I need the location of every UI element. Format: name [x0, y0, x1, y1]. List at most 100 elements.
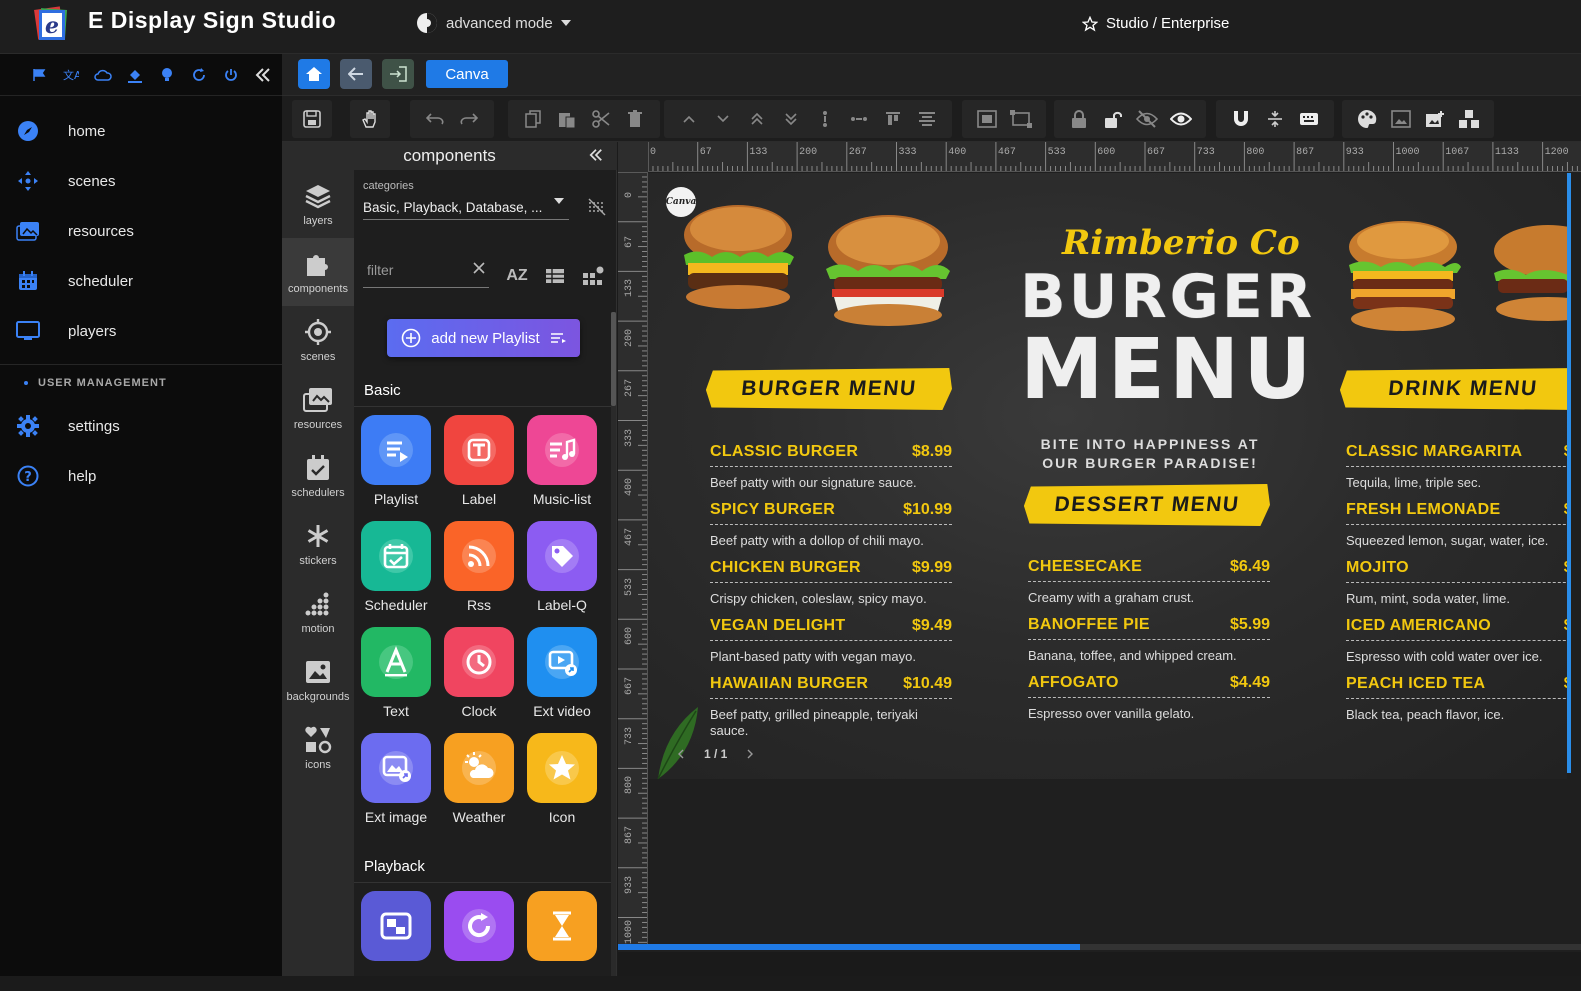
tab-canva[interactable]: Canva: [426, 60, 508, 88]
tab-components[interactable]: components: [282, 238, 354, 306]
bring-to-front-button[interactable]: [740, 102, 774, 136]
move-up-button[interactable]: [672, 102, 706, 136]
move-down-button[interactable]: [706, 102, 740, 136]
component-scheduler[interactable]: Scheduler: [360, 521, 432, 621]
component-ext-image[interactable]: Ext image: [360, 733, 432, 833]
lightbulb-icon[interactable]: [158, 66, 176, 84]
sign-in-icon: [390, 66, 407, 82]
enter-button[interactable]: [382, 59, 414, 89]
align-top-button[interactable]: [876, 102, 910, 136]
menu-item-name: CLASSIC MARGARITA: [1346, 443, 1523, 460]
magnet-button[interactable]: [1224, 102, 1258, 136]
home-button[interactable]: [298, 59, 330, 89]
hourglass-icon: [527, 891, 597, 961]
component-weather[interactable]: Weather: [443, 733, 515, 833]
delete-button[interactable]: [618, 102, 652, 136]
nav-item-scheduler[interactable]: scheduler: [0, 256, 282, 306]
component-rss[interactable]: Rss: [443, 521, 515, 621]
unlock-button[interactable]: [1096, 102, 1130, 136]
nav-item-players[interactable]: players: [0, 306, 282, 356]
component-ext-video[interactable]: Ext video: [526, 627, 598, 727]
component-playback-loop[interactable]: [443, 891, 515, 991]
keyboard-button[interactable]: [1292, 102, 1326, 136]
scrollbar-thumb[interactable]: [618, 944, 1080, 950]
group-title-basic: Basic: [354, 375, 612, 407]
component-label[interactable]: Label: [443, 415, 515, 515]
categories-select[interactable]: Basic, Playback, Database, ...: [363, 200, 569, 220]
add-image-button[interactable]: [1418, 102, 1452, 136]
menu-item-name: AFFOGATO: [1028, 674, 1119, 691]
pager-prev-icon[interactable]: [678, 749, 684, 759]
back-button[interactable]: [340, 59, 372, 89]
resize-button[interactable]: [1004, 102, 1038, 136]
tab-motion[interactable]: motion: [282, 578, 354, 646]
copy-icon: [525, 110, 541, 128]
pan-tool-button[interactable]: [353, 102, 387, 136]
translate-icon[interactable]: 文A: [62, 66, 80, 84]
align-center-button[interactable]: [910, 102, 944, 136]
table-list-icon: [546, 269, 564, 283]
tab-backgrounds[interactable]: backgrounds: [282, 646, 354, 714]
canvas-horizontal-scrollbar[interactable]: [618, 944, 1581, 950]
clear-filter-icon[interactable]: [473, 262, 485, 274]
tab-scenes[interactable]: scenes: [282, 306, 354, 374]
nav-item-settings[interactable]: settings: [0, 401, 282, 451]
cloud-icon[interactable]: [94, 66, 112, 84]
nav-item-resources[interactable]: resources: [0, 206, 282, 256]
undo-button[interactable]: [418, 102, 452, 136]
cubes-button[interactable]: [1452, 102, 1486, 136]
distribute-vertical-button[interactable]: [808, 102, 842, 136]
tab-resources[interactable]: resources: [282, 374, 354, 442]
grid-view-button[interactable]: [581, 264, 605, 288]
component-playback-timer[interactable]: [526, 891, 598, 991]
tab-icons[interactable]: icons: [282, 714, 354, 782]
send-to-back-button[interactable]: [774, 102, 808, 136]
scrollbar-thumb[interactable]: [611, 312, 616, 406]
compress-button[interactable]: [1258, 102, 1292, 136]
image-frame-button[interactable]: [1384, 102, 1418, 136]
tab-schedulers[interactable]: schedulers: [282, 442, 354, 510]
save-button[interactable]: [295, 102, 329, 136]
mode-dropdown[interactable]: advanced mode: [416, 12, 571, 34]
cut-button[interactable]: [584, 102, 618, 136]
clear-categories-icon[interactable]: [587, 197, 607, 217]
collapse-panel-icon[interactable]: [589, 148, 603, 162]
copy-button[interactable]: [516, 102, 550, 136]
distribute-horizontal-button[interactable]: [842, 102, 876, 136]
menu-title-line1: BURGER: [1020, 262, 1316, 332]
refresh-icon[interactable]: [190, 66, 208, 84]
add-playlist-button[interactable]: add new Playlist: [387, 319, 580, 357]
fit-screen-button[interactable]: [970, 102, 1004, 136]
nav-item-help[interactable]: ? help: [0, 451, 282, 501]
paint-bucket-icon[interactable]: [126, 66, 144, 84]
nav-item-home[interactable]: home: [0, 106, 282, 156]
component-label-q[interactable]: Label-Q: [526, 521, 598, 621]
ruler-tick-label: 800: [624, 776, 635, 795]
collapse-sidebar-icon[interactable]: [254, 66, 272, 84]
filter-input[interactable]: [363, 256, 463, 284]
tab-layers[interactable]: layers: [282, 170, 354, 238]
flag-icon[interactable]: [30, 66, 48, 84]
component-icon[interactable]: Icon: [526, 733, 598, 833]
component-clock[interactable]: Clock: [443, 627, 515, 727]
chevron-down-icon[interactable]: [554, 198, 564, 204]
show-button[interactable]: [1164, 102, 1198, 136]
palette-button[interactable]: [1350, 102, 1384, 136]
power-icon[interactable]: [222, 66, 240, 84]
hide-button[interactable]: [1130, 102, 1164, 136]
menu-board-canvas[interactable]: Canva Rimberio Co BURGER MENU BITE INTO …: [648, 173, 1567, 779]
pager-next-icon[interactable]: [747, 749, 754, 759]
sort-az-button[interactable]: AZ: [505, 264, 529, 288]
redo-button[interactable]: [452, 102, 486, 136]
list-view-button[interactable]: [543, 264, 567, 288]
tab-stickers[interactable]: stickers: [282, 510, 354, 578]
components-scrollbar[interactable]: [611, 312, 616, 976]
component-playlist[interactable]: Playlist: [360, 415, 432, 515]
component-music-list[interactable]: Music-list: [526, 415, 598, 515]
nav-item-scenes[interactable]: scenes: [0, 156, 282, 206]
lock-button[interactable]: [1062, 102, 1096, 136]
ruler-tick-label: 67: [699, 147, 712, 158]
paste-button[interactable]: [550, 102, 584, 136]
component-text[interactable]: Text: [360, 627, 432, 727]
component-playback-layout[interactable]: [360, 891, 432, 991]
